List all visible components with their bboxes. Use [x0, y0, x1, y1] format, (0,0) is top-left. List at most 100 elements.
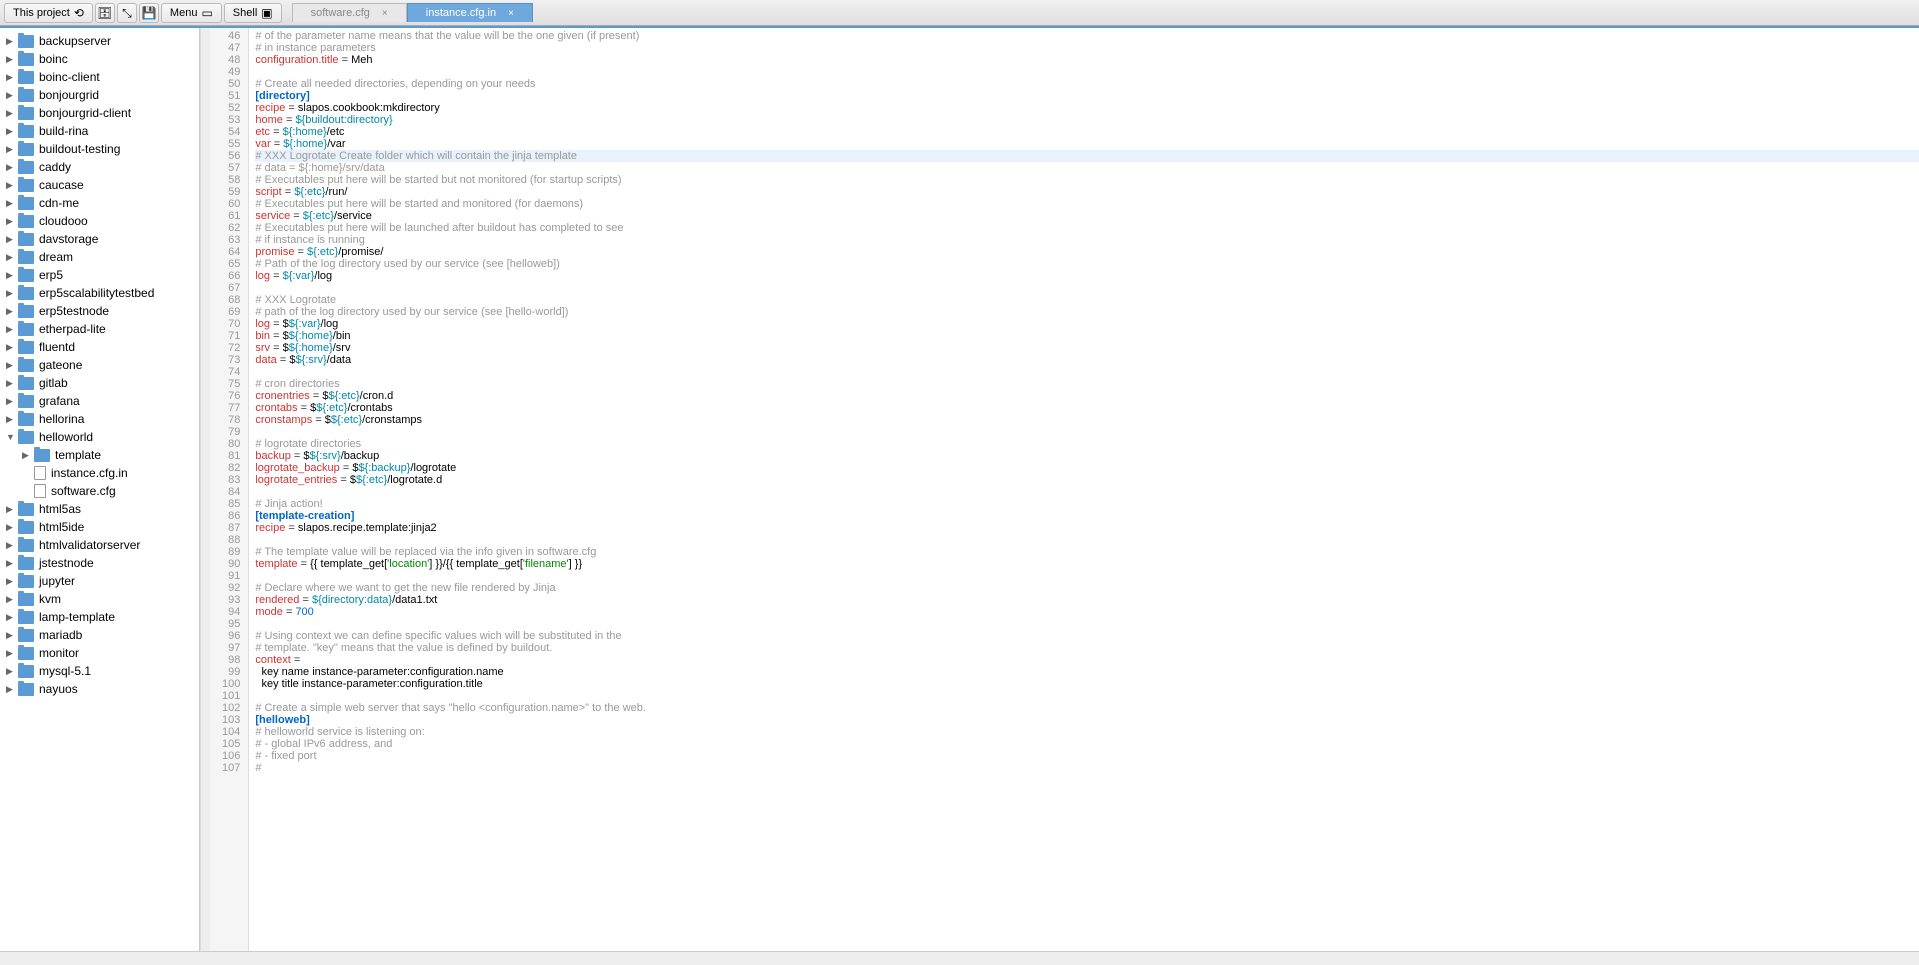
folder-backupserver[interactable]: ▶backupserver	[0, 32, 199, 50]
code-line[interactable]: logrotate_backup = $${:backup}/logrotate	[255, 462, 1919, 474]
code-line[interactable]: data = $${:srv}/data	[255, 354, 1919, 366]
code-line[interactable]: # Executables put here will be started a…	[255, 198, 1919, 210]
code-line[interactable]	[255, 66, 1919, 78]
project-selector[interactable]: This project ⟲	[4, 3, 93, 23]
folder-bonjourgrid[interactable]: ▶bonjourgrid	[0, 86, 199, 104]
folder-jupyter[interactable]: ▶jupyter	[0, 572, 199, 590]
code-line[interactable]	[255, 366, 1919, 378]
code-line[interactable]: # Path of the log directory used by our …	[255, 258, 1919, 270]
folder-cdn-me[interactable]: ▶cdn-me	[0, 194, 199, 212]
folder-gitlab[interactable]: ▶gitlab	[0, 374, 199, 392]
collapse-icon-button[interactable]: ⤡	[117, 3, 137, 23]
code-line[interactable]: # Executables put here will be launched …	[255, 222, 1919, 234]
code-line[interactable]: # in instance parameters	[255, 42, 1919, 54]
file-tree[interactable]: ▶backupserver▶boinc▶boinc-client▶bonjour…	[0, 28, 200, 951]
code-line[interactable]: configuration.title = Meh	[255, 54, 1919, 66]
close-icon[interactable]: ×	[382, 8, 388, 19]
code-line[interactable]: # Declare where we want to get the new f…	[255, 582, 1919, 594]
code-line[interactable]: # - fixed port	[255, 750, 1919, 762]
folder-cloudooo[interactable]: ▶cloudooo	[0, 212, 199, 230]
code-line[interactable]: rendered = ${directory:data}/data1.txt	[255, 594, 1919, 606]
code-line[interactable]: mode = 700	[255, 606, 1919, 618]
code-line[interactable]: # template. "key" means that the value i…	[255, 642, 1919, 654]
code-line[interactable]: key name instance-parameter:configuratio…	[255, 666, 1919, 678]
code-line[interactable]: cronentries = $${:etc}/cron.d	[255, 390, 1919, 402]
code-line[interactable]: log = $${:var}/log	[255, 318, 1919, 330]
shell-button[interactable]: Shell ▣	[224, 3, 282, 23]
folder-mariadb[interactable]: ▶mariadb	[0, 626, 199, 644]
code-line[interactable]: # data = ${:home}/srv/data	[255, 162, 1919, 174]
folder-buildout-testing[interactable]: ▶buildout-testing	[0, 140, 199, 158]
code-line[interactable]: [helloweb]	[255, 714, 1919, 726]
tab-instance-cfg-in[interactable]: instance.cfg.in×	[407, 3, 533, 22]
folder-caddy[interactable]: ▶caddy	[0, 158, 199, 176]
code-line[interactable]: # helloworld service is listening on:	[255, 726, 1919, 738]
code-line[interactable]: srv = $${:home}/srv	[255, 342, 1919, 354]
folder-davstorage[interactable]: ▶davstorage	[0, 230, 199, 248]
folder-hellorina[interactable]: ▶hellorina	[0, 410, 199, 428]
code-line[interactable]: var = ${:home}/var	[255, 138, 1919, 150]
code-line[interactable]: template = {{ template_get['location'] }…	[255, 558, 1919, 570]
code-line[interactable]	[255, 618, 1919, 630]
folder-jstestnode[interactable]: ▶jstestnode	[0, 554, 199, 572]
code-line[interactable]	[255, 534, 1919, 546]
code-line[interactable]	[255, 690, 1919, 702]
code-line[interactable]	[255, 570, 1919, 582]
folder-erp5scalabilitytestbed[interactable]: ▶erp5scalabilitytestbed	[0, 284, 199, 302]
code-line[interactable]: # Jinja action!	[255, 498, 1919, 510]
code-line[interactable]: home = ${buildout:directory}	[255, 114, 1919, 126]
code-line[interactable]: [template-creation]	[255, 510, 1919, 522]
code-line[interactable]: # Using context we can define specific v…	[255, 630, 1919, 642]
code-line[interactable]: cronstamps = $${:etc}/cronstamps	[255, 414, 1919, 426]
code-line[interactable]: logrotate_entries = $${:etc}/logrotate.d	[255, 474, 1919, 486]
folder-erp5testnode[interactable]: ▶erp5testnode	[0, 302, 199, 320]
folder-grafana[interactable]: ▶grafana	[0, 392, 199, 410]
code-line[interactable]: script = ${:etc}/run/	[255, 186, 1919, 198]
code-line[interactable]: #	[255, 762, 1919, 774]
file-instance.cfg.in[interactable]: instance.cfg.in	[0, 464, 199, 482]
code-line[interactable]: log = ${:var}/log	[255, 270, 1919, 282]
code-line[interactable]: service = ${:etc}/service	[255, 210, 1919, 222]
folder-build-rina[interactable]: ▶build-rina	[0, 122, 199, 140]
folder-template[interactable]: ▶template	[0, 446, 199, 464]
folder-mysql-5.1[interactable]: ▶mysql-5.1	[0, 662, 199, 680]
code-line[interactable]: recipe = slapos.cookbook:mkdirectory	[255, 102, 1919, 114]
folder-html5ide[interactable]: ▶html5ide	[0, 518, 199, 536]
code-line[interactable]: # cron directories	[255, 378, 1919, 390]
code-area[interactable]: # of the parameter name means that the v…	[249, 28, 1919, 951]
sidebar-scrollbar[interactable]	[200, 28, 210, 951]
code-line[interactable]: # Create a simple web server that says "…	[255, 702, 1919, 714]
code-line[interactable]: crontabs = $${:etc}/crontabs	[255, 402, 1919, 414]
code-line[interactable]: backup = $${:srv}/backup	[255, 450, 1919, 462]
code-line[interactable]: # if instance is running	[255, 234, 1919, 246]
code-line[interactable]: [directory]	[255, 90, 1919, 102]
folder-gateone[interactable]: ▶gateone	[0, 356, 199, 374]
folder-helloworld[interactable]: ▼helloworld	[0, 428, 199, 446]
code-line[interactable]: # Executables put here will be started b…	[255, 174, 1919, 186]
folder-bonjourgrid-client[interactable]: ▶bonjourgrid-client	[0, 104, 199, 122]
bottom-scrollbar[interactable]	[0, 951, 1919, 965]
code-line[interactable]: etc = ${:home}/etc	[255, 126, 1919, 138]
code-line[interactable]: # of the parameter name means that the v…	[255, 30, 1919, 42]
code-line[interactable]: # Create all needed directories, dependi…	[255, 78, 1919, 90]
folder-caucase[interactable]: ▶caucase	[0, 176, 199, 194]
code-line[interactable]: context =	[255, 654, 1919, 666]
folder-dream[interactable]: ▶dream	[0, 248, 199, 266]
folder-kvm[interactable]: ▶kvm	[0, 590, 199, 608]
code-line[interactable]: # - global IPv6 address, and	[255, 738, 1919, 750]
code-line[interactable]: bin = $${:home}/bin	[255, 330, 1919, 342]
code-line[interactable]	[255, 486, 1919, 498]
tree-icon-button[interactable]: 🗄	[95, 3, 115, 23]
code-line[interactable]: # logrotate directories	[255, 438, 1919, 450]
code-line[interactable]	[255, 282, 1919, 294]
close-icon[interactable]: ×	[508, 8, 514, 19]
tab-software-cfg[interactable]: software.cfg×	[292, 3, 407, 22]
folder-fluentd[interactable]: ▶fluentd	[0, 338, 199, 356]
code-line[interactable]: # The template value will be replaced vi…	[255, 546, 1919, 558]
folder-nayuos[interactable]: ▶nayuos	[0, 680, 199, 698]
save-icon-button[interactable]: 💾	[139, 3, 159, 23]
folder-etherpad-lite[interactable]: ▶etherpad-lite	[0, 320, 199, 338]
folder-lamp-template[interactable]: ▶lamp-template	[0, 608, 199, 626]
code-line[interactable]: recipe = slapos.recipe.template:jinja2	[255, 522, 1919, 534]
folder-erp5[interactable]: ▶erp5	[0, 266, 199, 284]
